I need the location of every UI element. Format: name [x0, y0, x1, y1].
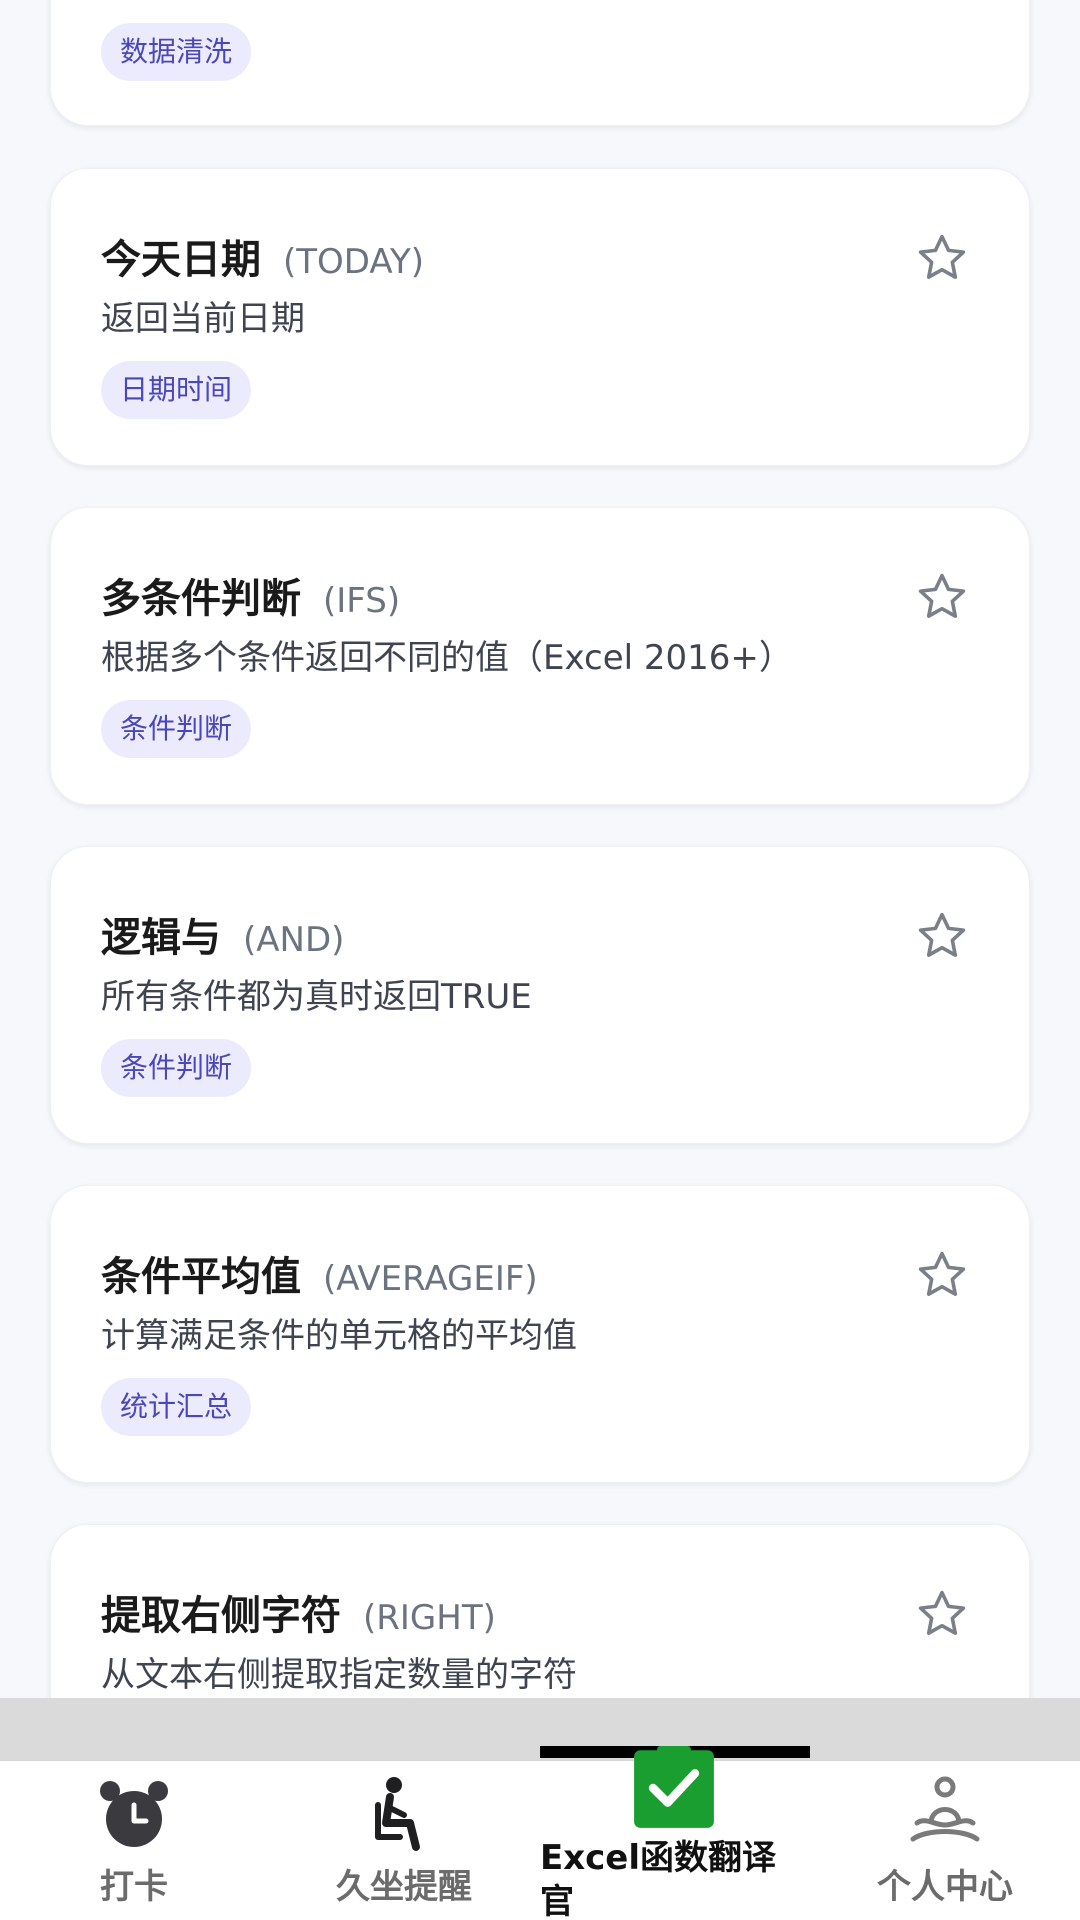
category-tag[interactable]: 条件判断: [101, 700, 252, 758]
function-code: (TODAY): [283, 242, 425, 282]
star-icon[interactable]: [915, 231, 969, 285]
tab-checkin[interactable]: 打卡: [64, 1761, 204, 1920]
category-tag[interactable]: 条件判断: [101, 1039, 252, 1097]
category-tag[interactable]: 数据清洗: [101, 23, 252, 81]
tab-label: 久坐提醒: [336, 1867, 472, 1907]
function-description: 从文本右侧提取指定数量的字符: [101, 1655, 577, 1695]
function-card[interactable]: 数据清洗: [50, 0, 1030, 126]
seated-person-icon: [375, 1777, 420, 1851]
function-title: 逻辑与: [101, 915, 221, 961]
function-title: 提取右侧字符: [101, 1593, 341, 1639]
function-code: (AVERAGEIF): [323, 1259, 538, 1299]
category-tag[interactable]: 日期时间: [101, 361, 252, 419]
function-description: 计算满足条件的单元格的平均值: [101, 1316, 577, 1356]
green-check-icon: [634, 1746, 714, 1828]
function-title: 多条件判断: [101, 576, 301, 622]
category-tag[interactable]: 统计汇总: [101, 1378, 252, 1436]
star-icon[interactable]: [915, 909, 969, 963]
function-code: (RIGHT): [363, 1598, 496, 1638]
function-code: (AND): [243, 920, 345, 960]
function-card[interactable]: 逻辑与 (AND) 所有条件都为真时返回TRUE 条件判断: [50, 846, 1030, 1144]
tab-label: 打卡: [100, 1867, 168, 1907]
star-icon[interactable]: [915, 1587, 969, 1641]
function-card[interactable]: 条件平均值 (AVERAGEIF) 计算满足条件的单元格的平均值 统计汇总: [50, 1185, 1030, 1483]
function-card[interactable]: 今天日期 (TODAY) 返回当前日期 日期时间: [50, 168, 1030, 466]
tab-label: 个人中心: [877, 1867, 1013, 1907]
function-title: 今天日期: [101, 237, 261, 283]
function-description: 所有条件都为真时返回TRUE: [101, 977, 532, 1017]
meditation-person-icon: [910, 1776, 980, 1842]
tab-profile[interactable]: 个人中心: [868, 1761, 1022, 1920]
tab-sitting-reminder[interactable]: 久坐提醒: [324, 1761, 484, 1920]
function-list-screen: 数据清洗 今天日期 (TODAY) 返回当前日期 日期时间 多条件判断 (IFS…: [0, 0, 1080, 1920]
tab-label-active: Excel函数翻译官: [540, 1838, 777, 1920]
function-card[interactable]: 多条件判断 (IFS) 根据多个条件返回不同的值（Excel 2016+） 条件…: [50, 507, 1030, 805]
alarm-clock-icon: [100, 1781, 168, 1847]
function-description: 根据多个条件返回不同的值（Excel 2016+）: [101, 638, 793, 678]
function-code: (IFS): [323, 581, 401, 621]
function-description: 返回当前日期: [101, 299, 305, 339]
star-icon[interactable]: [915, 570, 969, 624]
star-icon[interactable]: [915, 1248, 969, 1302]
function-title: 条件平均值: [101, 1254, 301, 1300]
